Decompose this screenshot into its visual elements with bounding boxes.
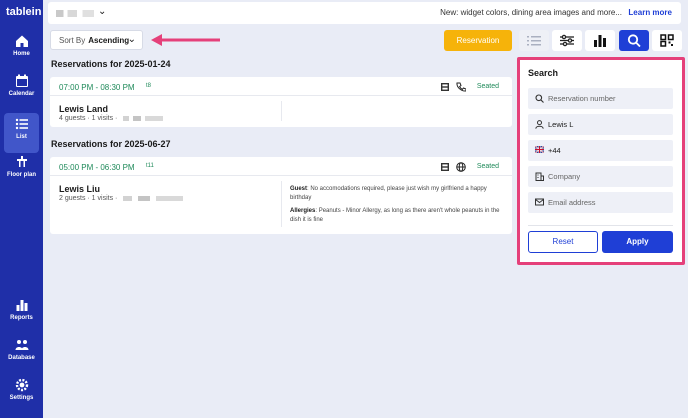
sidebar-item-reports[interactable]: Reports — [0, 298, 43, 338]
sidebar-item-floor-plan[interactable]: Floor plan — [0, 155, 43, 195]
sidebar-item-label: Reports — [10, 315, 33, 321]
calendar-icon — [15, 74, 28, 87]
sidebar-item-settings[interactable]: Settings — [0, 378, 43, 418]
venue-selector-redacted[interactable] — [56, 10, 94, 17]
database-icon — [15, 340, 28, 350]
list-view-icon — [527, 36, 541, 46]
list-view-button[interactable] — [519, 30, 549, 51]
sort-label: Sort By — [59, 36, 86, 45]
tablein-logo[interactable]: tablein — [6, 6, 41, 18]
bar-chart-icon — [594, 35, 606, 47]
apply-button[interactable]: Apply — [602, 231, 673, 253]
new-reservation-button[interactable]: Reservation — [444, 30, 512, 51]
building-icon — [535, 172, 544, 181]
news-text: New: widget colors, dining area images a… — [440, 8, 622, 17]
card-column-divider — [281, 181, 282, 227]
panel-divider — [528, 225, 673, 226]
home-icon — [15, 35, 28, 47]
table-number: t11 — [146, 163, 154, 169]
phone-input[interactable]: +44 — [528, 140, 673, 161]
user-icon — [535, 120, 544, 129]
learn-more-link[interactable]: Learn more — [628, 8, 672, 17]
phone-value: +44 — [548, 146, 561, 155]
search-icon — [535, 94, 544, 103]
phone-icon — [456, 82, 466, 92]
grid-icon — [660, 34, 674, 47]
sidebar-item-home[interactable]: Home — [0, 34, 43, 74]
guest-name-value: Lewis L — [548, 120, 574, 129]
company-placeholder: Company — [548, 172, 581, 181]
reservation-number-input[interactable]: Reservation number — [528, 88, 673, 109]
globe-icon — [456, 162, 466, 172]
status-badge: Seated — [476, 83, 499, 90]
search-panel: Search Reservation number Lewis L +44 Co… — [520, 60, 682, 262]
reservation-number-placeholder: Reservation number — [548, 94, 616, 103]
sidebar: tablein Home Calendar List Floor plan Re… — [0, 0, 43, 418]
reset-button[interactable]: Reset — [528, 231, 598, 253]
allergies-note: Allergies: Peanuts - Minor Allergy, as l… — [290, 208, 500, 223]
sidebar-item-list[interactable]: List — [4, 113, 39, 153]
reservation-time: 05:00 PM - 06:30 PM — [59, 163, 135, 172]
sidebar-item-label: Database — [8, 355, 35, 361]
status-badge: Seated — [476, 163, 499, 170]
card-divider — [50, 175, 512, 176]
email-placeholder: Email address — [548, 198, 596, 207]
grid-view-button[interactable] — [652, 30, 682, 51]
reservation-card[interactable]: 05:00 PM - 06:30 PM t11 Seated Lewis Liu… — [50, 157, 512, 234]
mail-icon — [535, 198, 544, 206]
search-panel-title: Search — [528, 68, 559, 78]
chevron-down-icon[interactable]: ⌄ — [98, 6, 106, 17]
table-number: t8 — [146, 83, 152, 89]
email-input[interactable]: Email address — [528, 192, 673, 213]
guest-meta: 4 guests · 1 visits · — [59, 115, 164, 122]
card-divider — [50, 95, 512, 96]
search-toggle-button[interactable] — [619, 30, 649, 51]
sidebar-item-label: Home — [13, 51, 30, 57]
reservation-time: 07:00 PM - 08:30 PM — [59, 83, 135, 92]
card-column-divider — [281, 101, 282, 121]
sidebar-item-label: Floor plan — [7, 172, 36, 178]
reservation-card[interactable]: 07:00 PM - 08:30 PM t8 Seated Lewis Land… — [50, 77, 512, 127]
chevron-down-icon: ⌄ — [127, 34, 136, 45]
settings-icon — [15, 378, 28, 392]
cutlery-icon — [441, 163, 449, 171]
redacted-contact — [123, 195, 184, 201]
sidebar-item-label: Calendar — [8, 91, 35, 97]
reports-button[interactable] — [585, 30, 615, 51]
guest-name-input[interactable]: Lewis L — [528, 114, 673, 135]
date-heading: Reservations for 2025-06-27 — [51, 139, 171, 149]
company-input[interactable]: Company — [528, 166, 673, 187]
redacted-contact — [123, 115, 164, 121]
filter-sliders-icon — [560, 34, 574, 47]
floor-plan-icon — [16, 156, 27, 167]
top-banner: ⌄ New: widget colors, dining area images… — [48, 2, 681, 24]
sidebar-item-database[interactable]: Database — [0, 338, 43, 378]
guest-name[interactable]: Lewis Liu — [59, 184, 100, 194]
date-heading: Reservations for 2025-01-24 — [51, 59, 171, 69]
sidebar-item-label: Settings — [9, 395, 34, 401]
sort-value: Ascending — [88, 36, 130, 45]
sort-dropdown[interactable]: Sort By Ascending ⌄ — [50, 30, 143, 50]
guest-note: Guest: No accomodations required, please… — [290, 186, 487, 201]
search-icon — [627, 34, 641, 47]
guest-name[interactable]: Lewis Land — [59, 104, 108, 114]
cutlery-icon — [441, 83, 449, 91]
annotation-arrow-icon — [151, 34, 220, 46]
uk-flag-icon — [535, 146, 544, 153]
list-icon — [15, 118, 28, 130]
sidebar-item-label: List — [16, 134, 27, 140]
sidebar-item-calendar[interactable]: Calendar — [0, 74, 43, 114]
filter-button[interactable] — [552, 30, 582, 51]
reports-icon — [16, 300, 27, 311]
guest-meta: 2 guests · 1 visits · — [59, 195, 184, 202]
